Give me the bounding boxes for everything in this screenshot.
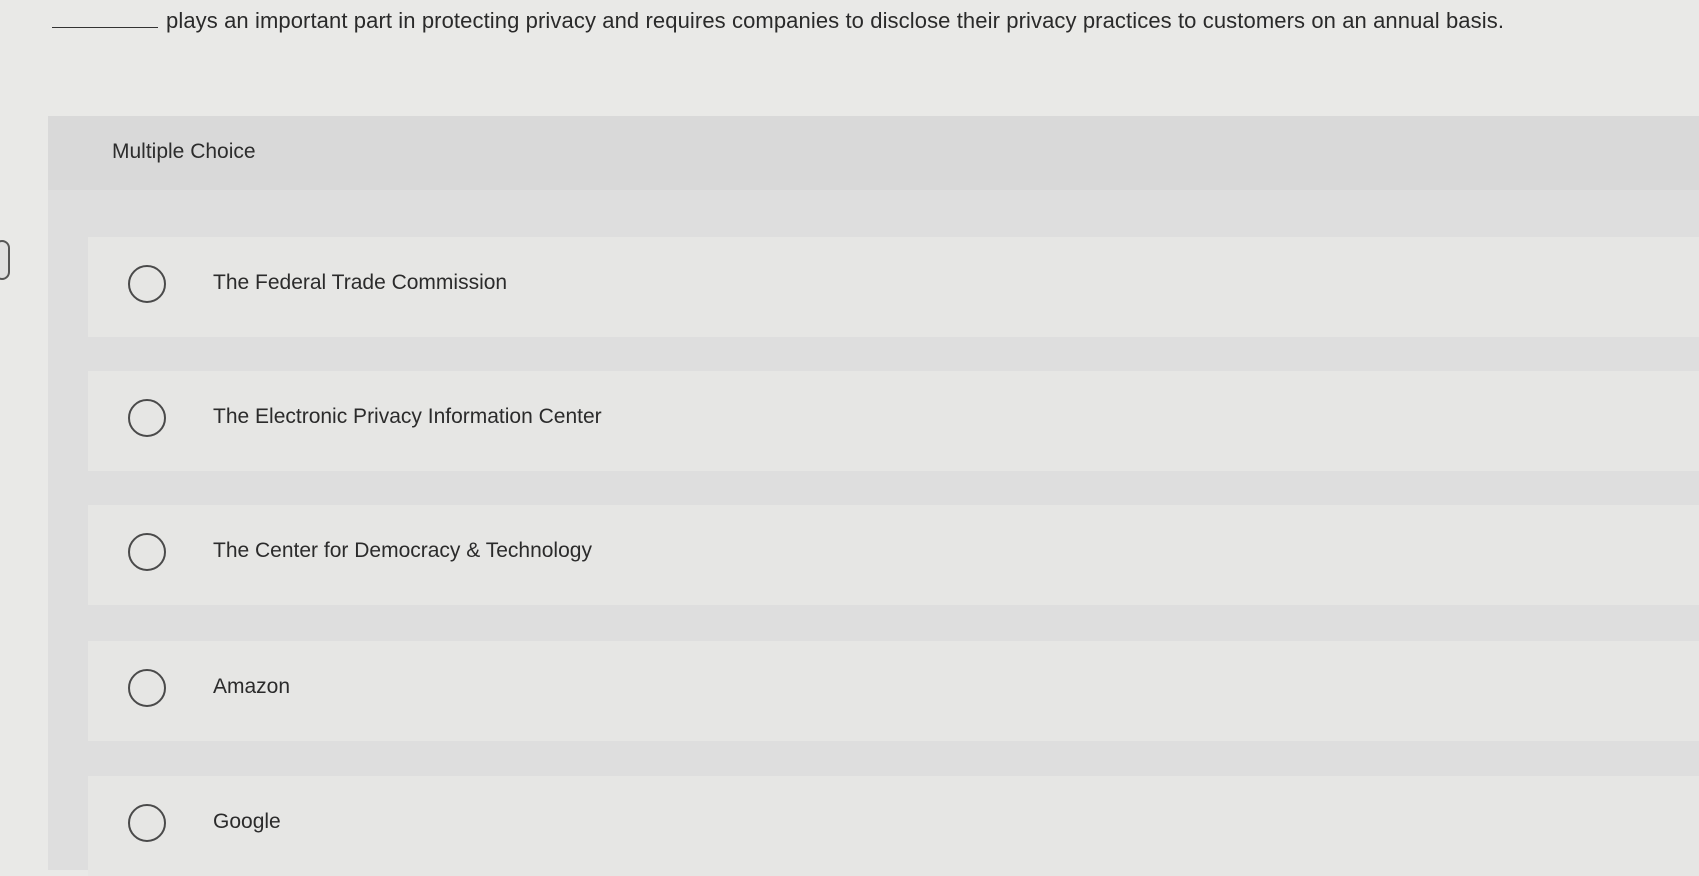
choice-label: The Center for Democracy & Technology bbox=[213, 539, 592, 562]
radio-button[interactable] bbox=[128, 533, 166, 571]
radio-button[interactable] bbox=[128, 399, 166, 437]
choice-option-5[interactable]: Google bbox=[88, 776, 1699, 876]
choice-option-2[interactable]: The Electronic Privacy Information Cente… bbox=[88, 371, 1699, 471]
multiple-choice-panel: Multiple Choice The Federal Trade Commis… bbox=[48, 116, 1699, 876]
choice-label: Google bbox=[213, 810, 281, 833]
choice-label: Amazon bbox=[213, 675, 291, 698]
question-text: plays an important part in protecting pr… bbox=[166, 8, 1505, 33]
question-prompt: plays an important part in protecting pr… bbox=[52, 8, 1504, 34]
choice-option-1[interactable]: The Federal Trade Commission bbox=[88, 237, 1699, 337]
side-tab-handle[interactable] bbox=[0, 240, 10, 280]
radio-button[interactable] bbox=[128, 804, 166, 842]
radio-button[interactable] bbox=[128, 669, 166, 707]
answer-blank bbox=[52, 13, 158, 28]
multiple-choice-header: Multiple Choice bbox=[48, 116, 1699, 190]
radio-button[interactable] bbox=[128, 265, 166, 303]
choice-option-4[interactable]: Amazon bbox=[88, 641, 1699, 741]
choice-label: The Electronic Privacy Information Cente… bbox=[213, 405, 602, 428]
multiple-choice-title: Multiple Choice bbox=[112, 140, 256, 163]
choice-label: The Federal Trade Commission bbox=[213, 271, 508, 294]
choice-option-3[interactable]: The Center for Democracy & Technology bbox=[88, 505, 1699, 605]
